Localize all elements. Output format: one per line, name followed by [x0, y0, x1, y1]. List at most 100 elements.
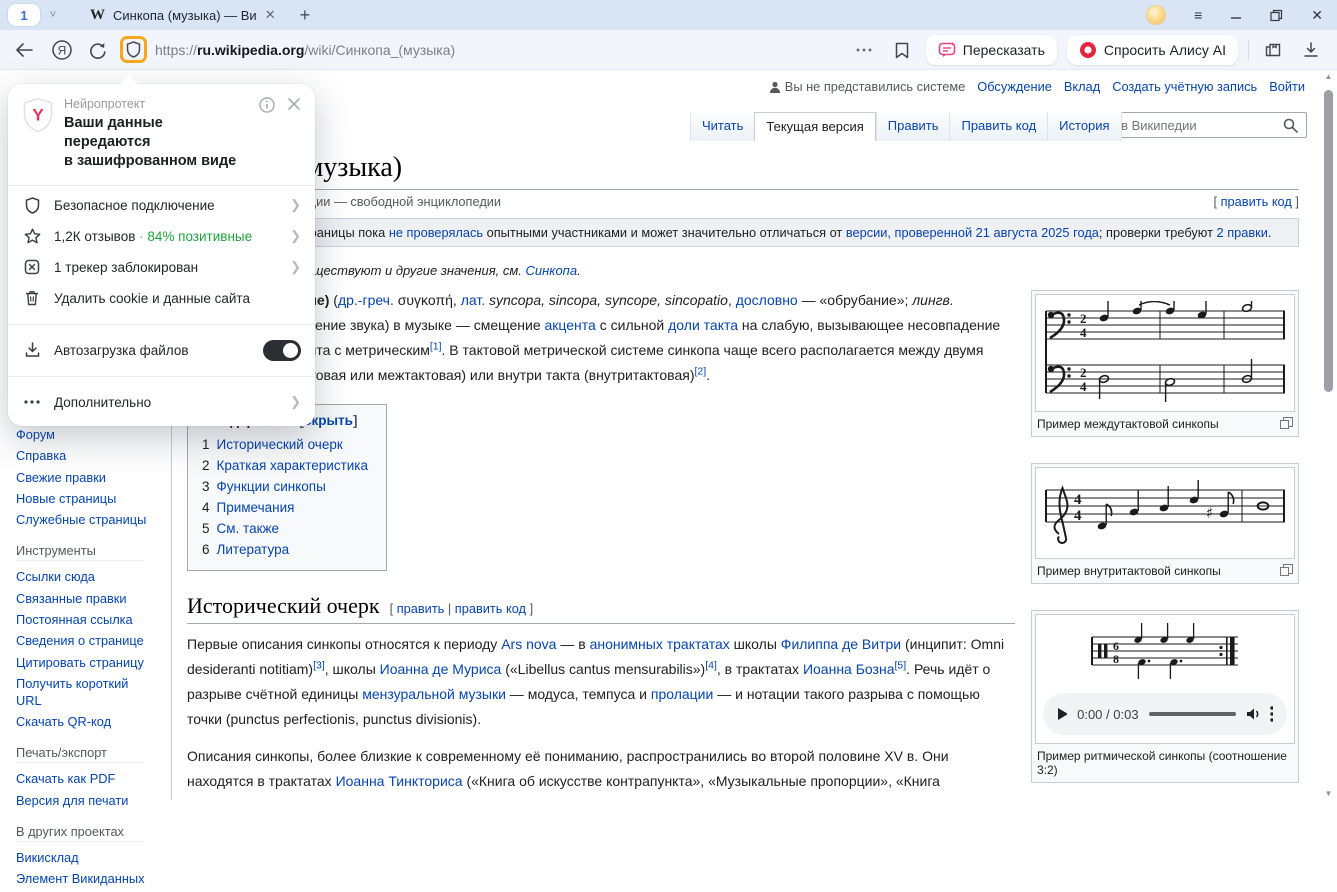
sidebar-link[interactable]: Версия для печати: [16, 793, 156, 810]
auto-download-toggle[interactable]: [263, 340, 301, 361]
audio-progress-bar[interactable]: [1149, 712, 1237, 716]
downloads-icon[interactable]: [1297, 36, 1325, 64]
ask-alice-label: Спросить Алису AI: [1104, 42, 1226, 58]
svg-text:Y: Y: [32, 106, 44, 125]
url-scheme: https://: [155, 42, 197, 58]
new-tab-button[interactable]: +: [300, 5, 311, 26]
expand-thumbnail-icon[interactable]: [1280, 564, 1293, 576]
svg-text:Я: Я: [58, 43, 67, 57]
window-close-icon[interactable]: ✕: [1311, 8, 1323, 22]
sidebar-link[interactable]: Связанные правки: [16, 591, 156, 608]
svg-text:8: 8: [1113, 652, 1119, 666]
tracker-blocked-row[interactable]: 1 трекер заблокирован ❯: [8, 252, 315, 283]
protect-popup: Y Нейропротект Ваши данные передаютсяв з…: [8, 84, 315, 426]
toc-item[interactable]: 3Функции синкопы: [202, 476, 368, 497]
tab-current-version[interactable]: Текущая версия: [754, 112, 875, 141]
notation-image-1: 24 24: [1035, 294, 1295, 412]
auto-download-row[interactable]: Автозагрузка файлов: [8, 335, 315, 366]
sidebar-link[interactable]: Ссылки сюда: [16, 569, 156, 586]
delete-cookies-row[interactable]: Удалить cookie и данные сайта: [8, 283, 315, 314]
play-icon[interactable]: [1057, 707, 1067, 721]
thumbnail-intermeasure-syncopation[interactable]: 24 24 Пример междутактовой си: [1031, 290, 1299, 437]
section-heading-history: Исторический очерк[ править | править ко…: [187, 593, 1015, 624]
wikipedia-favicon: W: [90, 7, 105, 24]
sidebar-link[interactable]: Сведения о странице: [16, 633, 156, 650]
bookmark-icon[interactable]: [888, 36, 916, 64]
tab-edit-source[interactable]: Править код: [949, 112, 1047, 141]
tab-history[interactable]: История: [1047, 112, 1121, 141]
side-panel-icon[interactable]: [1259, 36, 1287, 64]
thumbnail-intrameasure-syncopation[interactable]: 44 ♯ Пример внутритактовой синкопы: [1031, 463, 1299, 584]
retell-button[interactable]: Пересказать: [926, 35, 1057, 65]
toc-item[interactable]: 4Примечания: [202, 497, 368, 518]
tab-read[interactable]: Читать: [690, 112, 754, 141]
info-icon[interactable]: [259, 97, 275, 113]
sidebar-link[interactable]: Постоянная ссылка: [16, 612, 156, 629]
userbar-link-create-account[interactable]: Создать учётную запись: [1112, 79, 1257, 94]
ask-alice-button[interactable]: Спросить Алису AI: [1067, 35, 1238, 65]
reviews-row[interactable]: 1,2К отзывов · 84% позитивные ❯: [8, 221, 315, 252]
toc-item[interactable]: 2Краткая характеристика: [202, 455, 368, 476]
chevron-right-icon: ❯: [290, 394, 301, 410]
page-scrollbar[interactable]: ▲ ▼: [1322, 72, 1335, 800]
userbar-link-contributions[interactable]: Вклад: [1064, 79, 1100, 94]
sidebar-link[interactable]: Элемент Викиданных: [16, 871, 156, 888]
volume-icon[interactable]: [1246, 707, 1259, 721]
profile-avatar[interactable]: [1146, 5, 1166, 25]
scrollbar-thumb[interactable]: [1324, 90, 1333, 392]
sidebar-link[interactable]: Служебные страницы: [16, 512, 156, 529]
back-button[interactable]: [10, 36, 38, 64]
tab-list-chevron-icon[interactable]: ˅: [40, 4, 66, 26]
sidebar-link[interactable]: Свежие правки: [16, 470, 156, 487]
toc-item[interactable]: 1Исторический очерк: [202, 434, 368, 455]
window-minimize-icon[interactable]: [1230, 9, 1242, 21]
tracker-blocked-icon: [24, 259, 40, 275]
toc-item[interactable]: 5См. также: [202, 518, 368, 539]
lede-edit-source-link[interactable]: [ править код ]: [1214, 194, 1300, 209]
search-icon[interactable]: [1283, 118, 1298, 133]
sidebar-link[interactable]: Новые страницы: [16, 491, 156, 508]
kebab-menu-icon[interactable]: [1270, 706, 1273, 722]
sidebar-link[interactable]: Викисклад: [16, 850, 156, 867]
more-options-row[interactable]: Дополнительно ❯: [8, 387, 315, 418]
sidebar-link[interactable]: Справка: [16, 448, 156, 465]
scroll-down-icon[interactable]: ▼: [1324, 789, 1333, 798]
window-restore-icon[interactable]: [1270, 9, 1283, 22]
secure-connection-row[interactable]: Безопасное подключение ❯: [8, 190, 315, 221]
browser-tab-strip: 1 ˅ W Синкопа (музыка) — Ви ✕ + ≡ ✕: [0, 0, 1337, 30]
sidebar-link[interactable]: Скачать QR-код: [16, 714, 156, 731]
retell-label: Пересказать: [963, 42, 1045, 58]
svg-text:2: 2: [1080, 311, 1087, 326]
userbar-link-talk[interactable]: Обсуждение: [977, 79, 1052, 94]
expand-thumbnail-icon[interactable]: [1280, 417, 1293, 429]
refresh-icon[interactable]: [84, 36, 112, 64]
menu-hamburger-icon[interactable]: ≡: [1194, 8, 1202, 22]
protect-shield-button[interactable]: [120, 36, 147, 63]
more-actions-icon[interactable]: [850, 36, 878, 64]
section-edit-links[interactable]: [ править | править код ]: [390, 601, 534, 616]
yandex-services-icon[interactable]: Я: [48, 36, 76, 64]
address-bar[interactable]: https://ru.wikipedia.org/wiki/Синкопа_(м…: [155, 42, 455, 58]
userbar-link-login[interactable]: Войти: [1269, 79, 1305, 94]
chevron-right-icon: ❯: [290, 259, 301, 275]
popup-divider: [8, 324, 315, 325]
browser-tab[interactable]: W Синкопа (музыка) — Ви ✕: [80, 0, 286, 30]
sidebar-section-projects: В других проектах: [16, 824, 144, 842]
audio-player[interactable]: 0:00 / 0:03: [1043, 693, 1287, 735]
sidebar-link[interactable]: Скачать как PDF: [16, 771, 156, 788]
sidebar-link[interactable]: Получить короткий URL: [16, 676, 136, 710]
tab-counter-button[interactable]: 1: [8, 4, 40, 26]
tab-close-icon[interactable]: ✕: [265, 7, 276, 23]
sidebar-link[interactable]: Форум: [16, 427, 156, 444]
thumbnail-caption: Пример ритмической синкопы (соотношение …: [1037, 749, 1293, 777]
tab-edit[interactable]: Править: [876, 112, 950, 141]
star-icon: [24, 228, 41, 244]
pending-changes-banner: Текущая версия страницы пока не проверял…: [187, 218, 1299, 247]
trash-icon: [25, 290, 39, 306]
toc-item[interactable]: 6Литература: [202, 539, 368, 560]
popup-close-icon[interactable]: [287, 97, 301, 111]
sidebar-section-print: Печать/экспорт: [16, 745, 144, 763]
scroll-up-icon[interactable]: ▲: [1324, 72, 1333, 81]
sidebar-link[interactable]: Цитировать страницу: [16, 655, 156, 672]
thumbnail-rhythmic-syncopation-audio[interactable]: 68 0:00 / 0:03: [1031, 610, 1299, 783]
